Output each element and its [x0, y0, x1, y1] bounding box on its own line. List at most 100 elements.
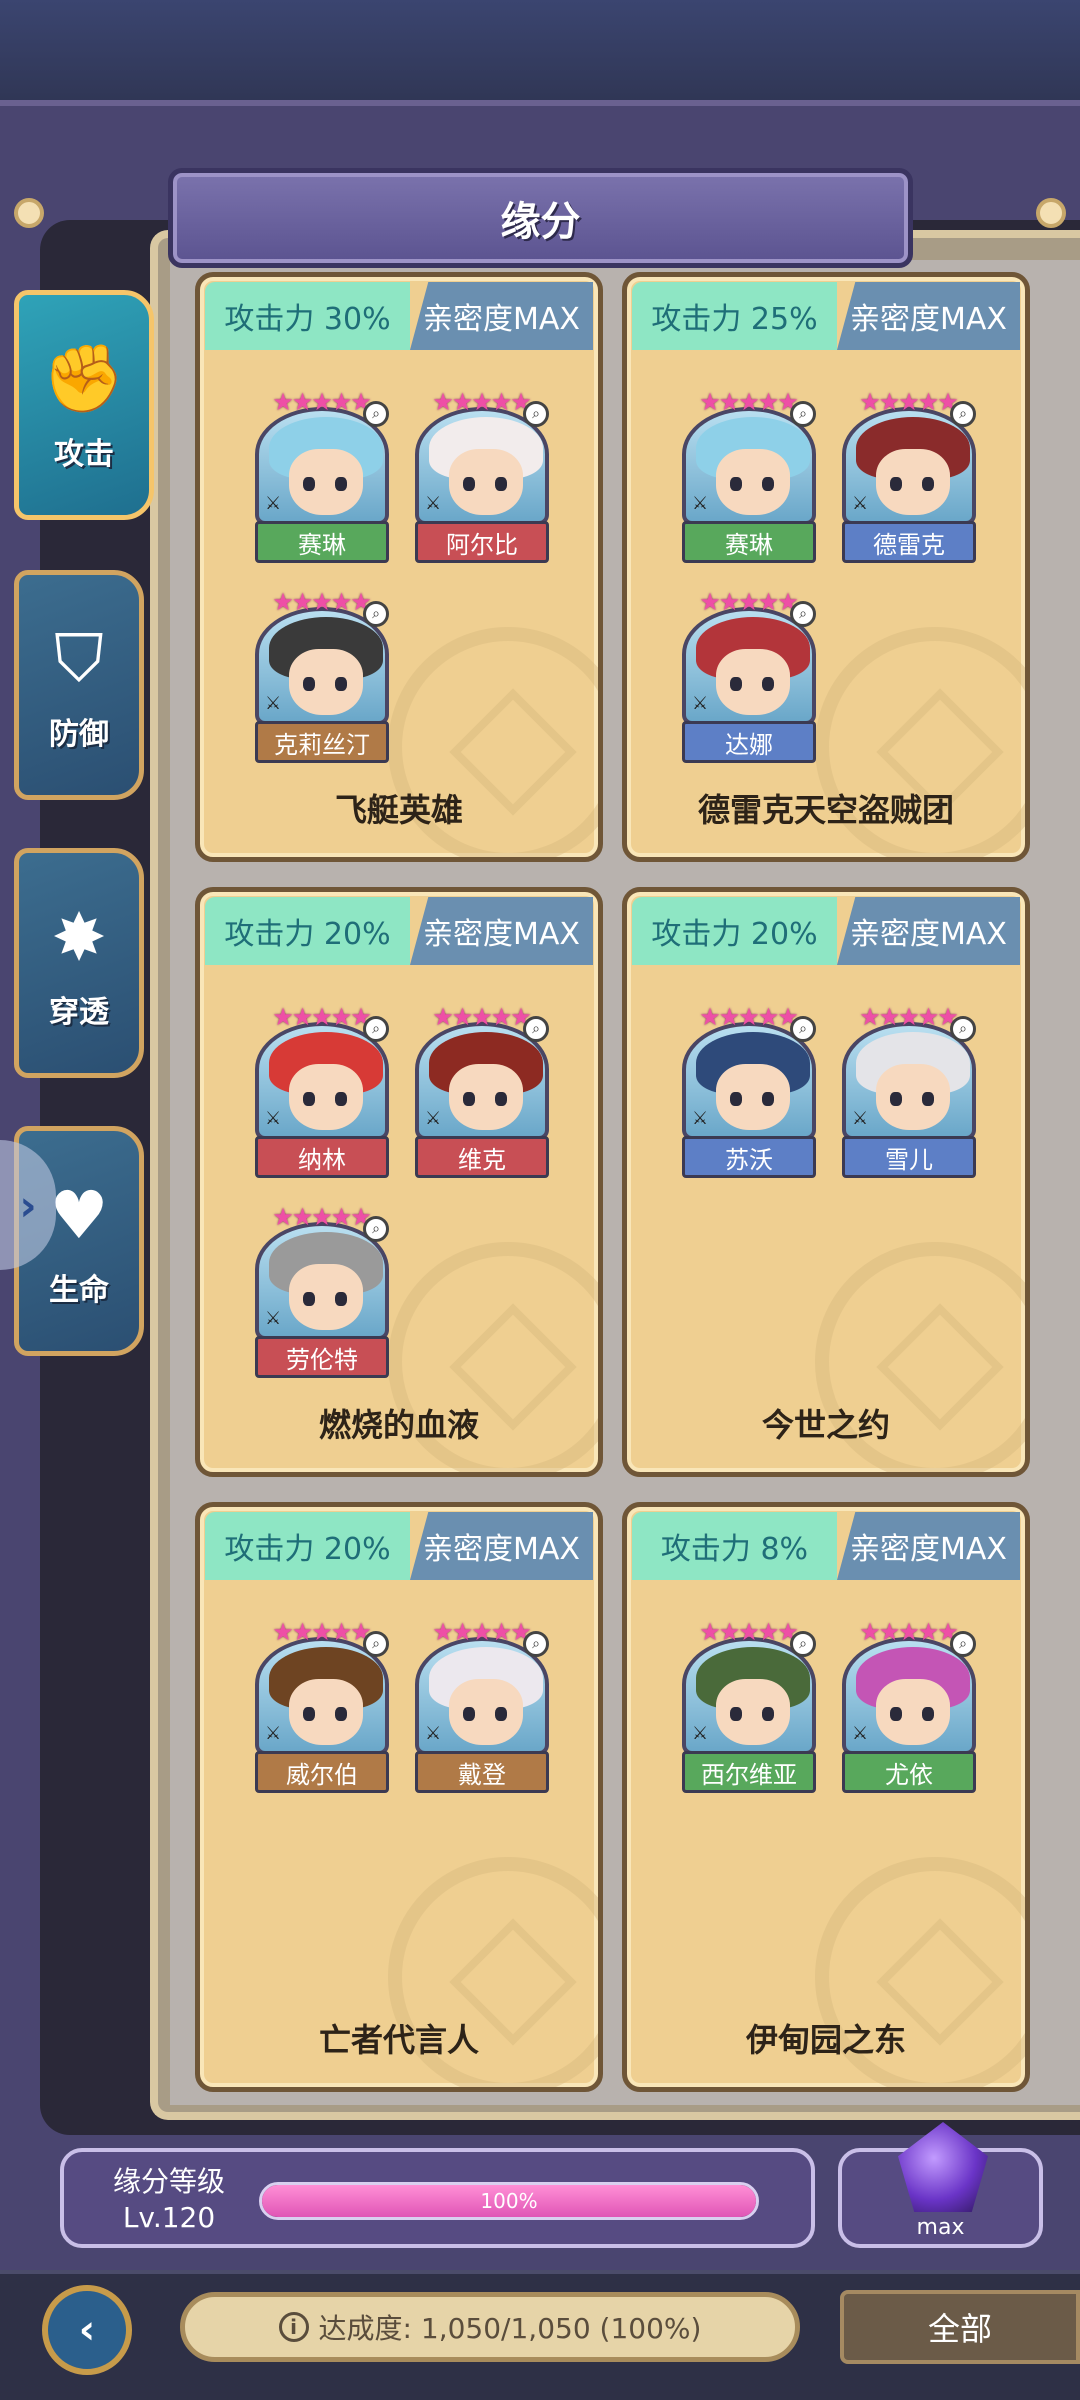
- star-icon: ★: [291, 1003, 314, 1031]
- card-header: 攻击力 20% 亲密度MAX: [205, 897, 593, 965]
- star-icon: ★: [898, 1003, 920, 1031]
- hero-portrait[interactable]: ★ ★ ★ ★ ★ ⌕ ⚔ 苏沃: [682, 1002, 816, 1178]
- hero-portrait[interactable]: ★ ★ ★ ★ ★ ⌕ ⚔ 劳伦特: [255, 1202, 389, 1378]
- hero-eye: [762, 1707, 774, 1721]
- hero-eye: [762, 677, 774, 691]
- hero-portrait[interactable]: ★ ★ ★ ★ ★ ⌕ ⚔ 西尔维亚: [682, 1617, 816, 1793]
- hero-portrait[interactable]: ★ ★ ★ ★ ★ ⌕ ⚔ 尤依: [842, 1617, 976, 1793]
- magnifier-icon[interactable]: ⌕: [950, 1631, 976, 1657]
- hero-portrait[interactable]: ★ ★ ★ ★ ★ ⌕ ⚔ 威尔伯: [255, 1617, 389, 1793]
- hero-face: [289, 1264, 363, 1330]
- magnifier-icon[interactable]: ⌕: [363, 1216, 389, 1242]
- filter-label: 全部: [927, 2310, 992, 2348]
- star-icon: ★: [738, 388, 760, 416]
- magnifier-icon[interactable]: ⌕: [363, 1631, 389, 1657]
- tab-defense[interactable]: ⛉ 防御: [14, 570, 144, 800]
- hero-portrait[interactable]: ★ ★ ★ ★ ★ ⌕ ⚔ 阿尔比: [415, 387, 549, 563]
- card-header: 攻击力 30% 亲密度MAX: [205, 282, 593, 350]
- role-icon: ⚔: [852, 1108, 869, 1129]
- star-icon: ★: [432, 1618, 454, 1646]
- bond-card[interactable]: 攻击力 30% 亲密度MAX 飞艇英雄 ★ ★ ★ ★ ★ ⌕ ⚔ 赛琳 ★ ★ ★ ★ ★ ⌕…: [195, 272, 603, 862]
- hero-face: [289, 449, 363, 515]
- hero-portrait[interactable]: ★ ★ ★ ★ ★ ⌕ ⚔ 赛琳: [682, 387, 816, 563]
- role-icon: ⚔: [265, 493, 282, 514]
- magnifier-icon[interactable]: ⌕: [523, 1631, 549, 1657]
- star-icon: ★: [718, 1618, 741, 1646]
- hero-eye: [890, 1092, 902, 1106]
- hero-eye: [730, 477, 742, 491]
- hero-portrait[interactable]: ★ ★ ★ ★ ★ ⌕ ⚔ 德雷克: [842, 387, 976, 563]
- magnifier-icon[interactable]: ⌕: [950, 1016, 976, 1042]
- hero-face: [876, 449, 950, 515]
- filter-dropdown[interactable]: 全部: [840, 2290, 1080, 2364]
- magnifier-icon[interactable]: ⌕: [523, 401, 549, 427]
- hero-face: [876, 1064, 950, 1130]
- magnifier-icon[interactable]: ⌕: [363, 1016, 389, 1042]
- card-affinity: 亲密度MAX: [836, 897, 1020, 965]
- gear-icon: [14, 198, 44, 228]
- magnifier-icon[interactable]: ⌕: [950, 401, 976, 427]
- fist-icon: ✊: [42, 340, 126, 417]
- hero-eye: [762, 477, 774, 491]
- bond-card[interactable]: 攻击力 20% 亲密度MAX 今世之约 ★ ★ ★ ★ ★ ⌕ ⚔ 苏沃 ★ ★ ★ ★ ★ ⌕…: [622, 887, 1030, 1477]
- hero-portrait[interactable]: ★ ★ ★ ★ ★ ⌕ ⚔ 雪儿: [842, 1002, 976, 1178]
- bond-card[interactable]: 攻击力 8% 亲密度MAX 伊甸园之东 ★ ★ ★ ★ ★ ⌕ ⚔ 西尔维亚 ★ ★ ★ ★ ★…: [622, 1502, 1030, 2092]
- burst-icon: ✸: [51, 898, 107, 976]
- star-icon: ★: [738, 588, 760, 616]
- bond-card[interactable]: 攻击力 25% 亲密度MAX 德雷克天空盗贼团 ★ ★ ★ ★ ★ ⌕ ⚔ 赛琳 ★ ★ ★…: [622, 272, 1030, 862]
- magnifier-icon[interactable]: ⌕: [790, 601, 816, 627]
- hero-portrait[interactable]: ★ ★ ★ ★ ★ ⌕ ⚔ 戴登: [415, 1617, 549, 1793]
- info-icon[interactable]: i: [278, 2312, 309, 2342]
- role-icon: ⚔: [265, 1308, 282, 1329]
- back-button[interactable]: ‹: [42, 2285, 132, 2375]
- hero-eye: [762, 1092, 774, 1106]
- star-icon: ★: [272, 1203, 294, 1231]
- hero-portrait[interactable]: ★ ★ ★ ★ ★ ⌕ ⚔ 赛琳: [255, 387, 389, 563]
- hero-face: [716, 449, 790, 515]
- tab-attack[interactable]: ✊ 攻击: [14, 290, 154, 520]
- bond-card[interactable]: 攻击力 20% 亲密度MAX 燃烧的血液 ★ ★ ★ ★ ★ ⌕ ⚔ 纳林 ★ ★ ★ ★ ★ …: [195, 887, 603, 1477]
- hero-name: 阿尔比: [415, 521, 549, 563]
- star-icon: ★: [272, 1618, 294, 1646]
- shield-icon: ⛉: [54, 619, 104, 697]
- hero-name: 雪儿: [842, 1136, 976, 1178]
- magnifier-icon[interactable]: ⌕: [790, 1631, 816, 1657]
- hero-name: 克莉丝汀: [255, 721, 389, 763]
- star-icon: ★: [898, 1618, 920, 1646]
- hero-face: [449, 1064, 523, 1130]
- max-reward-button[interactable]: max: [838, 2122, 1043, 2248]
- magnifier-icon[interactable]: ⌕: [790, 1016, 816, 1042]
- hero-portrait[interactable]: ★ ★ ★ ★ ★ ⌕ ⚔ 达娜: [682, 587, 816, 763]
- hero-name: 达娜: [682, 721, 816, 763]
- hero-eye: [335, 477, 347, 491]
- tab-penetration[interactable]: ✸ 穿透: [14, 848, 144, 1078]
- star-icon: ★: [699, 1618, 721, 1646]
- tab-label: 生命: [49, 1273, 109, 1308]
- magnifier-icon[interactable]: ⌕: [790, 401, 816, 427]
- hero-eye: [890, 477, 902, 491]
- hero-portrait[interactable]: ★ ★ ★ ★ ★ ⌕ ⚔ 维克: [415, 1002, 549, 1178]
- card-header: 攻击力 25% 亲密度MAX: [632, 282, 1020, 350]
- level-value: Lv.120: [122, 2201, 216, 2234]
- magnifier-icon[interactable]: ⌕: [363, 601, 389, 627]
- magnifier-icon[interactable]: ⌕: [363, 401, 389, 427]
- hero-face: [449, 1679, 523, 1745]
- hero-portrait[interactable]: ★ ★ ★ ★ ★ ⌕ ⚔ 克莉丝汀: [255, 587, 389, 763]
- gear-icon: [1036, 198, 1066, 228]
- card-header: 攻击力 20% 亲密度MAX: [205, 1512, 593, 1580]
- hero-portrait[interactable]: ★ ★ ★ ★ ★ ⌕ ⚔ 纳林: [255, 1002, 389, 1178]
- magnifier-icon[interactable]: ⌕: [523, 1016, 549, 1042]
- star-icon: ★: [272, 388, 294, 416]
- star-icon: ★: [471, 388, 493, 416]
- hero-eye: [303, 477, 315, 491]
- bond-card[interactable]: 攻击力 20% 亲密度MAX 亡者代言人 ★ ★ ★ ★ ★ ⌕ ⚔ 威尔伯 ★ ★ ★ ★ ★…: [195, 1502, 603, 2092]
- role-icon: ⚔: [265, 1723, 282, 1744]
- hero-name: 德雷克: [842, 521, 976, 563]
- star-icon: ★: [699, 588, 721, 616]
- role-icon: ⚔: [692, 1723, 709, 1744]
- hero-eye: [335, 1707, 347, 1721]
- role-icon: ⚔: [425, 1108, 442, 1129]
- card-affinity: 亲密度MAX: [409, 282, 593, 350]
- card-bond-name: 燃烧的血液: [318, 1406, 479, 1444]
- hero-eye: [463, 1092, 475, 1106]
